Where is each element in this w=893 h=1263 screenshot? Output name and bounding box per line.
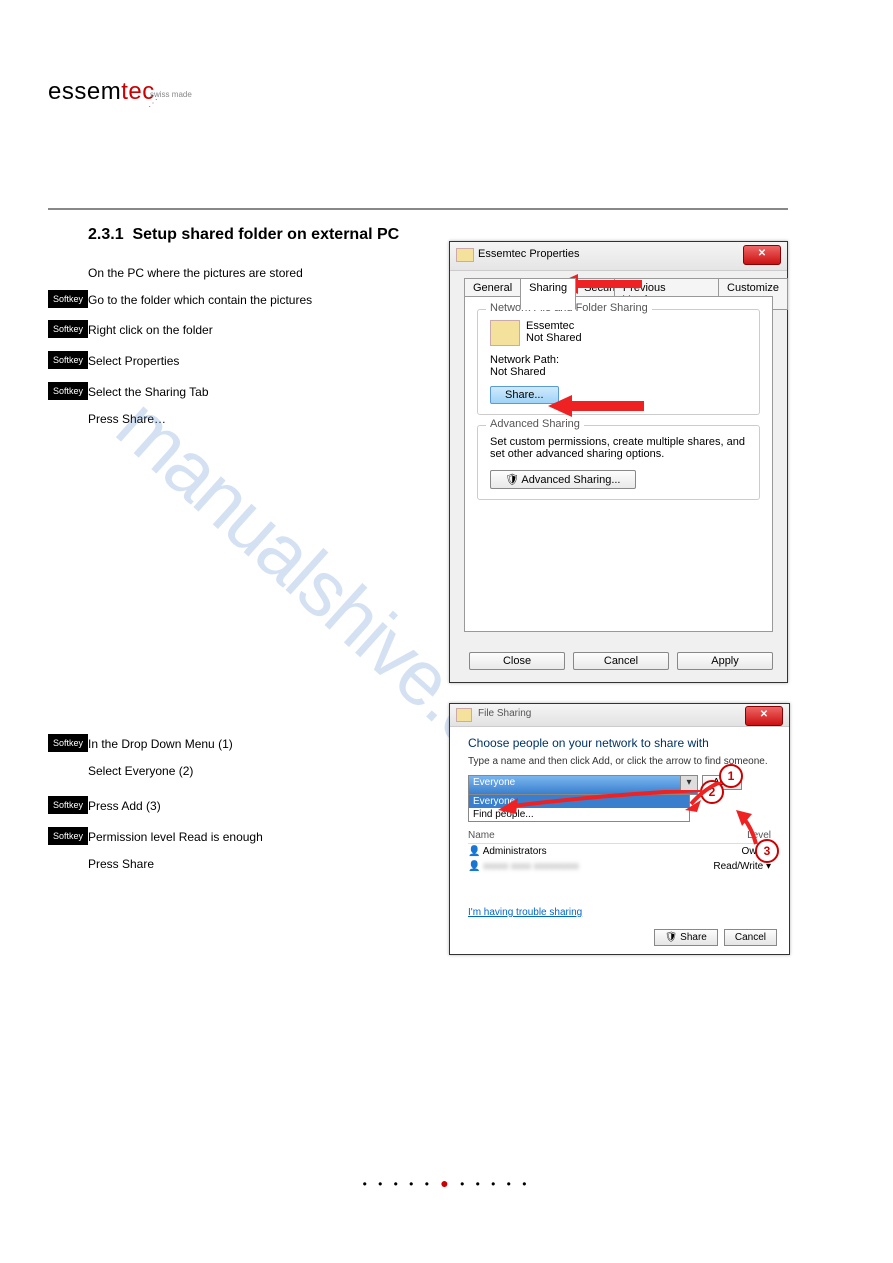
annotation-arrow (548, 393, 648, 419)
table-row[interactable]: 👤 xxxxx xxxx xxxxxxxxxRead/Write ▾ (468, 859, 771, 874)
folder-icon (490, 320, 520, 346)
step-text: In the Drop Down Menu (1) (88, 735, 233, 753)
step-text: Permission level Read is enough (88, 828, 263, 846)
col-name: Name (468, 830, 495, 841)
window-titlebar[interactable]: Essemtec Properties ✕ (450, 242, 787, 271)
close-button[interactable]: ✕ (743, 245, 781, 265)
softkey-badge: Softkey (48, 351, 88, 369)
cancel-button[interactable]: Cancel (724, 929, 777, 946)
step-text: Go to the folder which contain the pictu… (88, 291, 312, 309)
section-title: 2.3.1 Setup shared folder on external PC (88, 226, 399, 244)
softkey-badge: Softkey (48, 796, 88, 814)
group-title: Advanced Sharing (486, 418, 584, 430)
network-path-label: Network Path: (490, 354, 747, 366)
step-text: Select Properties (88, 352, 179, 370)
properties-window: Essemtec Properties ✕ General Sharing Se… (449, 241, 788, 683)
footer-dots: • • • • • ● • • • • • (0, 1175, 893, 1191)
share-confirm-button[interactable]: 🛡 Share (654, 929, 718, 946)
apply-button[interactable]: Apply (677, 652, 773, 670)
folder-icon (456, 708, 472, 722)
tab-sharing[interactable]: Sharing (520, 278, 576, 310)
step-text: Press Add (3) (88, 797, 161, 815)
permissions-table: NameLevel 👤 AdministratorsOwner 👤 xxxxx … (468, 828, 771, 874)
folder-name: Essemtec (526, 320, 582, 332)
advanced-sharing-button[interactable]: 🛡 Advanced Sharing... (490, 470, 636, 489)
dialog-buttons: Close Cancel Apply (469, 652, 773, 670)
softkey-badge: Softkey (48, 734, 88, 752)
section-divider (48, 208, 788, 210)
close-button[interactable]: ✕ (745, 706, 783, 726)
window-title: Essemtec Properties (478, 248, 579, 260)
step-text: Select Everyone (2) (88, 762, 193, 780)
group-description: Set custom permissions, create multiple … (490, 436, 747, 460)
brand-logo: essemtec (48, 78, 155, 106)
sharing-heading: Choose people on your network to share w… (468, 736, 771, 750)
dialog-buttons: 🛡 Share Cancel (654, 929, 777, 946)
window-body: Network File and Folder Sharing Essemtec… (464, 296, 773, 632)
window-title: File Sharing (478, 708, 531, 719)
folder-icon (456, 248, 474, 262)
softkey-badge: Softkey (48, 827, 88, 845)
step-text: Press Share… (88, 410, 166, 428)
window-titlebar[interactable]: File Sharing ✕ (450, 704, 789, 727)
step-text: Select the Sharing Tab (88, 383, 209, 401)
cancel-button[interactable]: Cancel (573, 652, 669, 670)
window-body: Choose people on your network to share w… (468, 736, 771, 918)
step-text: Right click on the folder (88, 321, 213, 339)
step-text: On the PC where the pictures are stored (88, 264, 303, 282)
softkey-badge: Softkey (48, 382, 88, 400)
step-text: Press Share (88, 855, 154, 873)
table-row[interactable]: 👤 AdministratorsOwner (468, 844, 771, 859)
softkey-badge: Softkey (48, 290, 88, 308)
advanced-sharing-group: Advanced Sharing Set custom permissions,… (477, 425, 760, 500)
annotation-arrow (736, 810, 766, 846)
close-dialog-button[interactable]: Close (469, 652, 565, 670)
network-path-value: Not Shared (490, 366, 747, 378)
annotation-arrow (492, 790, 712, 820)
trouble-sharing-link[interactable]: I'm having trouble sharing (468, 907, 582, 918)
folder-state: Not Shared (526, 332, 582, 344)
logo-subtitle: swiss made (150, 90, 192, 99)
softkey-badge: Softkey (48, 320, 88, 338)
logo-dots: ⋰ (148, 98, 158, 109)
